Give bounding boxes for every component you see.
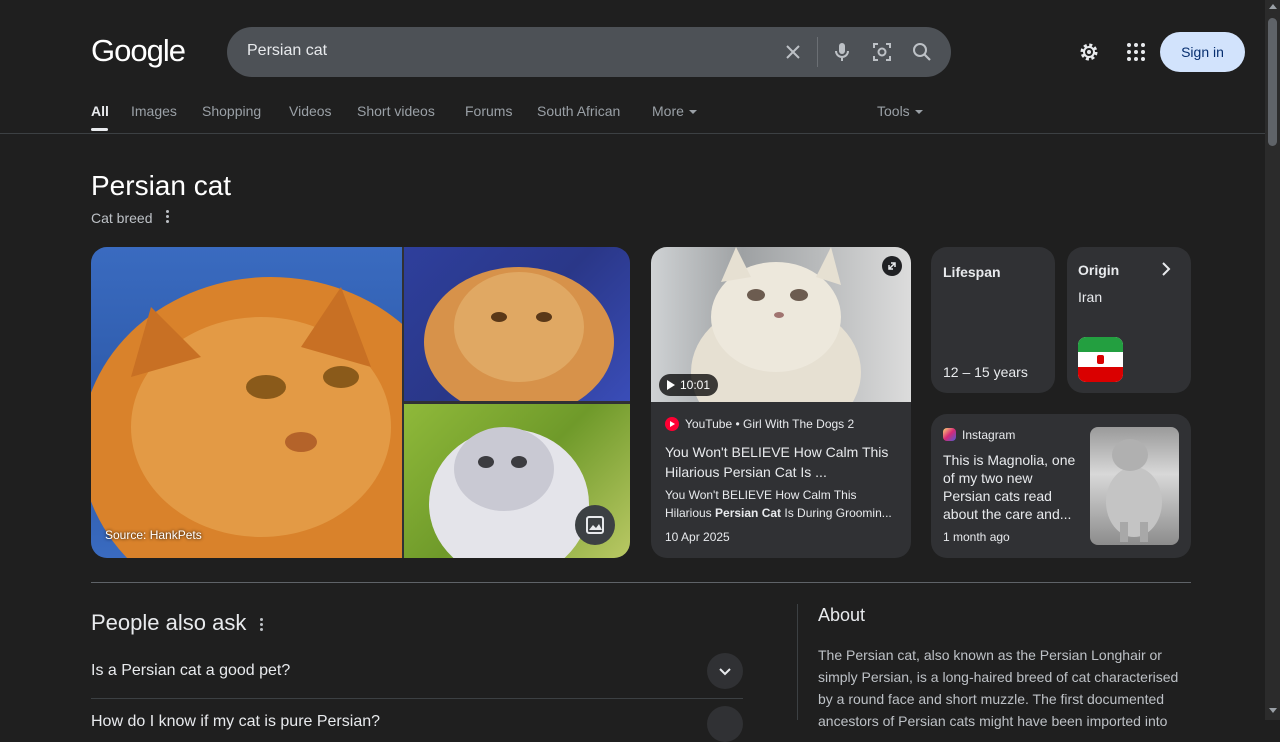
caret-down-icon [688,110,697,115]
lifespan-card[interactable]: Lifespan 12 – 15 years [931,247,1055,393]
lifespan-value: 12 – 15 years [943,364,1028,380]
video-duration-badge: 10:01 [659,374,719,396]
paa-expand-button-2[interactable] [707,706,743,742]
lifespan-label: Lifespan [943,264,1001,280]
column-separator [797,604,798,720]
people-also-ask-options-icon[interactable] [260,618,263,633]
search-divider [817,37,818,67]
persian-cat-white-image[interactable] [404,404,630,558]
image-collage[interactable]: Source: HankPets [91,247,630,558]
origin-card[interactable]: Origin Iran [1067,247,1191,393]
tab-videos[interactable]: Videos [289,103,332,119]
persian-cat-ginger-image[interactable] [404,247,630,417]
about-title: About [818,605,866,625]
iran-flag-icon [1078,337,1123,382]
video-source: YouTube • Girl With The Dogs 2 [665,417,854,431]
settings-gear-icon[interactable] [1077,40,1101,64]
tab-more[interactable]: More [652,103,697,119]
video-source-text: YouTube • Girl With The Dogs 2 [685,417,855,431]
instagram-source: Instagram [943,428,1015,442]
tab-forums[interactable]: Forums [465,103,512,119]
tab-images[interactable]: Images [131,103,177,119]
active-tab-indicator [91,128,108,131]
video-thumbnail[interactable]: 10:01 [651,247,911,442]
search-box[interactable]: Persian cat [227,27,951,77]
more-images-button[interactable] [575,505,615,545]
sign-in-button[interactable]: Sign in [1160,32,1245,72]
entity-subtitle: Cat breed [91,210,153,226]
video-title[interactable]: You Won't BELIEVE How Calm This Hilariou… [665,442,897,482]
tools-label: Tools [877,103,910,119]
section-divider [91,582,1191,583]
instagram-post-thumbnail[interactable] [1090,427,1179,545]
tab-shopping[interactable]: Shopping [202,103,261,119]
video-card[interactable]: 10:01 YouTube • Girl With The Dogs 2 You… [651,247,911,558]
chevron-down-icon [719,668,731,676]
origin-value: Iran [1078,289,1103,305]
people-also-ask-title: People also ask [91,610,247,635]
paa-separator [91,698,743,699]
orange-cat-illustration [91,277,461,558]
instagram-post-text[interactable]: This is Magnolia, one of my two new Pers… [943,451,1079,523]
video-date: 10 Apr 2025 [665,530,730,544]
video-desc-post: Is During Groomin... [781,506,892,520]
instagram-post-date: 1 month ago [943,530,1010,544]
microphone-icon[interactable] [830,40,854,64]
image-gallery-icon [586,516,604,534]
origin-label: Origin [1078,262,1120,278]
video-description: You Won't BELIEVE How Calm This Hilariou… [665,486,897,522]
google-logo[interactable]: Google [91,33,186,69]
search-icon[interactable] [910,40,934,64]
scrollbar-thumb[interactable] [1268,18,1277,146]
entity-more-options-icon[interactable] [166,210,169,225]
video-duration: 10:01 [680,378,711,392]
clear-icon[interactable] [781,40,805,64]
play-icon [667,380,675,390]
instagram-card[interactable]: Instagram This is Magnolia, one of my tw… [931,414,1191,558]
apps-grid-icon[interactable] [1124,40,1148,64]
scroll-up-arrow-icon[interactable] [1269,4,1277,9]
youtube-icon [665,417,679,431]
tab-more-label: More [652,103,684,119]
paa-expand-button-1[interactable] [707,653,743,689]
paa-question-1[interactable]: Is a Persian cat a good pet? [91,662,290,680]
entity-title: Persian cat [91,170,232,201]
scroll-down-arrow-icon[interactable] [1269,708,1277,713]
caret-down-icon [914,110,923,115]
paa-question-2[interactable]: How do I know if my cat is pure Persian? [91,713,380,731]
image-source-caption: Source: HankPets [105,528,202,542]
persian-cat-orange-image[interactable]: Source: HankPets [91,247,461,558]
tab-south-african[interactable]: South African [537,103,620,119]
tab-short-videos[interactable]: Short videos [357,103,435,119]
lens-icon[interactable] [870,40,894,64]
video-desc-bold: Persian Cat [715,506,782,520]
expand-arrows-icon [888,262,896,270]
expand-icon[interactable] [882,256,902,276]
tab-all[interactable]: All [91,103,109,119]
instagram-icon [943,428,956,441]
tools-button[interactable]: Tools [877,103,923,119]
grey-cat-illustration [1106,439,1162,542]
chevron-right-icon [1162,262,1171,276]
about-text: The Persian cat, also known as the Persi… [818,647,1179,729]
top-bar: Google Persian cat Sign in All Images Sh… [0,0,1265,134]
search-input[interactable]: Persian cat [247,42,327,60]
instagram-source-label: Instagram [962,428,1016,442]
ginger-cat-illustration [424,267,614,417]
